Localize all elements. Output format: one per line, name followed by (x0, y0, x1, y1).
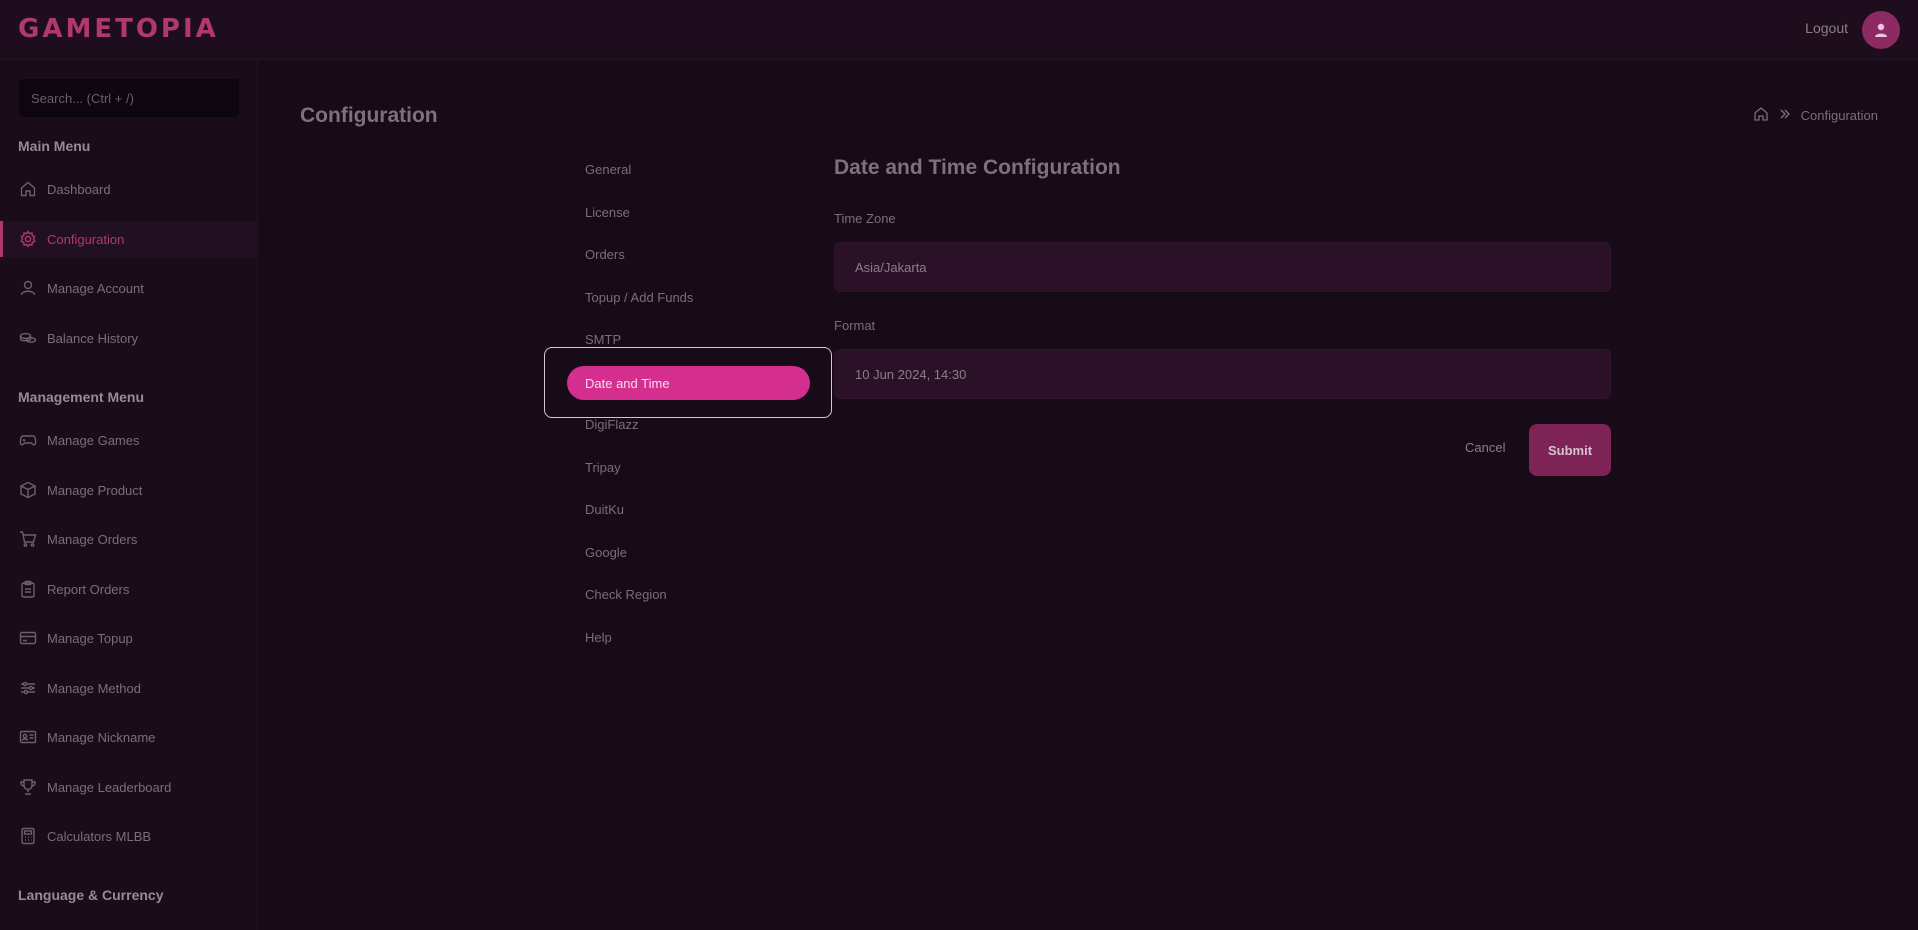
user-avatar-icon (1875, 23, 1887, 37)
subnav-google[interactable]: Google (585, 545, 627, 560)
language-currency-heading: Language & Currency (18, 887, 164, 903)
sidebar-item-dashboard[interactable]: Dashboard (0, 171, 258, 207)
home-icon (18, 180, 37, 199)
sidebar-item-manage-product[interactable]: Manage Product (0, 472, 258, 508)
calculator-icon (18, 827, 37, 846)
sidebar-item-manage-account[interactable]: Manage Account (0, 270, 258, 306)
cart-icon (18, 530, 37, 549)
sidebar-item-manage-nickname[interactable]: Manage Nickname (0, 719, 258, 755)
subnav-general[interactable]: General (585, 162, 631, 177)
card-icon (18, 629, 37, 648)
format-value: 10 Jun 2024, 14:30 (855, 366, 967, 382)
sidebar-item-configuration[interactable]: Configuration (0, 221, 258, 257)
user-icon (18, 279, 37, 298)
subnav-check-region[interactable]: Check Region (585, 587, 667, 602)
timezone-label: Time Zone (834, 211, 896, 226)
sidebar-item-label: Manage Account (47, 280, 144, 296)
sidebar-item-manage-games[interactable]: Manage Games (0, 422, 258, 458)
trophy-icon (18, 778, 37, 797)
logout-link[interactable]: Logout (1805, 20, 1848, 36)
submit-button[interactable]: Submit (1529, 424, 1611, 476)
sidebar-item-calculators-mlbb[interactable]: Calculators MLBB (0, 818, 258, 854)
sidebar-item-label: Balance History (47, 330, 139, 346)
timezone-field[interactable]: Asia/Jakarta (834, 242, 1611, 292)
sidebar-item-label: Manage Method (47, 680, 141, 696)
sidebar-item-manage-leaderboard[interactable]: Manage Leaderboard (0, 769, 258, 805)
sidebar-item-label: Manage Topup (47, 630, 133, 646)
subnav-license[interactable]: License (585, 205, 630, 220)
gamepad-icon (18, 431, 37, 450)
page-title: Configuration (300, 104, 438, 127)
clipboard-icon (18, 580, 37, 599)
sidebar-item-label: Manage Games (47, 432, 140, 448)
main-menu-heading: Main Menu (18, 138, 91, 154)
avatar[interactable] (1862, 11, 1900, 49)
sidebar-item-balance-history[interactable]: Balance History (0, 320, 258, 356)
sidebar-item-report-orders[interactable]: Report Orders (0, 571, 258, 607)
subnav-date-and-time[interactable]: Date and Time (567, 366, 810, 400)
sidebar-item-label: Manage Orders (47, 531, 138, 547)
app-logo[interactable]: GAMETOPIA (18, 14, 219, 44)
home-icon[interactable] (1753, 106, 1769, 125)
subnav-tripay[interactable]: Tripay (585, 460, 621, 475)
id-card-icon (18, 728, 37, 747)
subnav-smtp[interactable]: SMTP (585, 332, 621, 347)
subnav-help[interactable]: Help (585, 630, 612, 645)
sidebar-item-manage-method[interactable]: Manage Method (0, 670, 258, 706)
breadcrumb-current: Configuration (1800, 108, 1878, 123)
sidebar-item-label: Report Orders (47, 581, 130, 597)
sidebar-item-label: Manage Product (47, 482, 143, 498)
subnav-topup-add-funds[interactable]: Topup / Add Funds (585, 290, 693, 305)
timezone-value: Asia/Jakarta (855, 259, 927, 275)
top-bar: GAMETOPIA Logout (0, 0, 1918, 60)
format-label: Format (834, 318, 876, 333)
box-icon (18, 481, 37, 500)
sidebar-item-label: Dashboard (47, 181, 111, 197)
coins-icon (18, 329, 37, 348)
sidebar-item-label: Calculators MLBB (47, 828, 152, 844)
sidebar-item-label: Manage Leaderboard (47, 779, 172, 795)
format-field[interactable]: 10 Jun 2024, 14:30 (834, 349, 1611, 399)
sidebar: Main Menu Dashboard Configuration Manage… (0, 60, 258, 930)
subnav-digiflazz[interactable]: DigiFlazz (585, 417, 638, 432)
subnav-duitku[interactable]: DuitKu (585, 502, 624, 517)
sidebar-item-manage-orders[interactable]: Manage Orders (0, 521, 258, 557)
subnav-orders[interactable]: Orders (585, 247, 625, 262)
gear-icon (18, 230, 37, 249)
breadcrumb: Configuration (1753, 106, 1878, 125)
sidebar-item-label: Configuration (47, 231, 125, 247)
cancel-button[interactable]: Cancel (1465, 440, 1505, 455)
sidebar-item-label: Manage Nickname (47, 729, 156, 745)
management-menu-heading: Management Menu (18, 389, 145, 405)
chevron-double-right-icon (1779, 108, 1791, 123)
section-title: Date and Time Configuration (834, 156, 1121, 179)
sliders-icon (18, 679, 37, 698)
search-input[interactable] (18, 78, 240, 118)
sidebar-item-manage-topup[interactable]: Manage Topup (0, 620, 258, 656)
